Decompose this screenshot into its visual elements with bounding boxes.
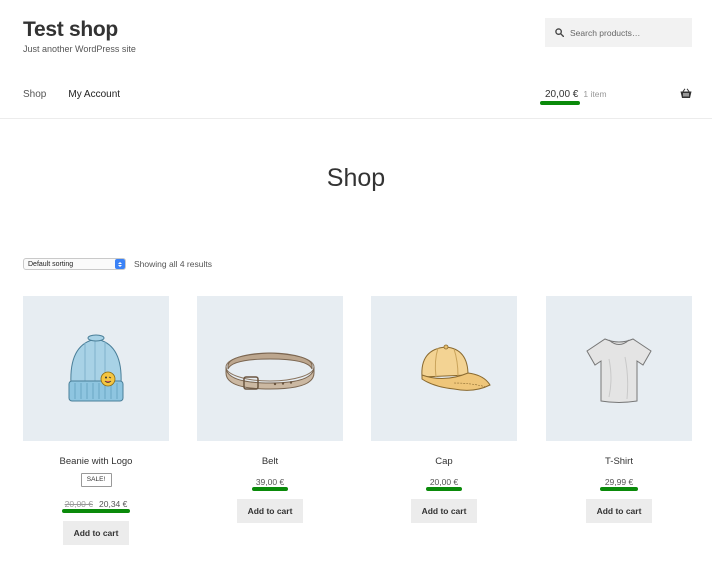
product-price: 20,00 € [429,477,459,487]
nav-item-my-account[interactable]: My Account [68,89,120,100]
primary-nav: Shop My Account [23,89,142,100]
search-box[interactable] [545,18,692,47]
belt-icon [225,351,315,390]
cap-icon [421,344,491,391]
price-highlight [252,487,288,491]
beanie-icon [68,334,124,401]
add-to-cart-button[interactable]: Add to cart [237,499,303,523]
header-divider [0,118,712,119]
search-icon [555,28,564,37]
product-image[interactable] [197,296,343,441]
product-card: Belt 39,00 € Add to cart [197,296,343,523]
cart-count[interactable]: 1 item [583,89,606,99]
product-title[interactable]: Belt [197,456,343,467]
product-image[interactable] [546,296,692,441]
result-count: Showing all 4 results [134,259,212,269]
product-price: 29,99 € [604,477,634,487]
product-image[interactable] [371,296,517,441]
site-title[interactable]: Test shop [23,18,118,42]
product-old-price: 20,00 € [64,499,93,509]
product-title[interactable]: Cap [371,456,517,467]
mini-cart[interactable]: 20,00 € 1 item [545,89,607,100]
product-title[interactable]: T-Shirt [546,456,692,467]
product-card: Beanie with Logo SALE! 20,00 € 20,34 € Ad… [23,296,169,545]
product-sale-price: 20,34 € [99,499,128,509]
nav-item-shop[interactable]: Shop [23,89,46,100]
add-to-cart-button[interactable]: Add to cart [411,499,477,523]
price-highlight [62,509,130,513]
product-price: 39,00 € [255,477,285,487]
product-title[interactable]: Beanie with Logo [23,456,169,467]
sale-badge: SALE! [80,473,112,487]
cart-amount-highlight [540,101,580,105]
tshirt-icon [586,337,652,403]
cart-amount[interactable]: 20,00 € [545,89,578,100]
page-title: Shop [326,164,386,192]
search-input[interactable] [570,27,680,38]
basket-icon[interactable] [680,88,692,99]
product-card: Cap 20,00 € Add to cart [371,296,517,523]
add-to-cart-button[interactable]: Add to cart [586,499,652,523]
price-highlight [426,487,462,491]
sorting-select[interactable]: Default sorting [23,258,126,270]
product-card: T-Shirt 29,99 € Add to cart [546,296,692,523]
select-arrows-icon [115,259,125,269]
price-highlight [600,487,638,491]
product-price: 20,00 € 20,34 € [23,499,169,509]
sorting-selected-value: Default sorting [28,260,74,268]
site-tagline: Just another WordPress site [23,44,136,54]
product-image[interactable] [23,296,169,441]
add-to-cart-button[interactable]: Add to cart [63,521,129,545]
